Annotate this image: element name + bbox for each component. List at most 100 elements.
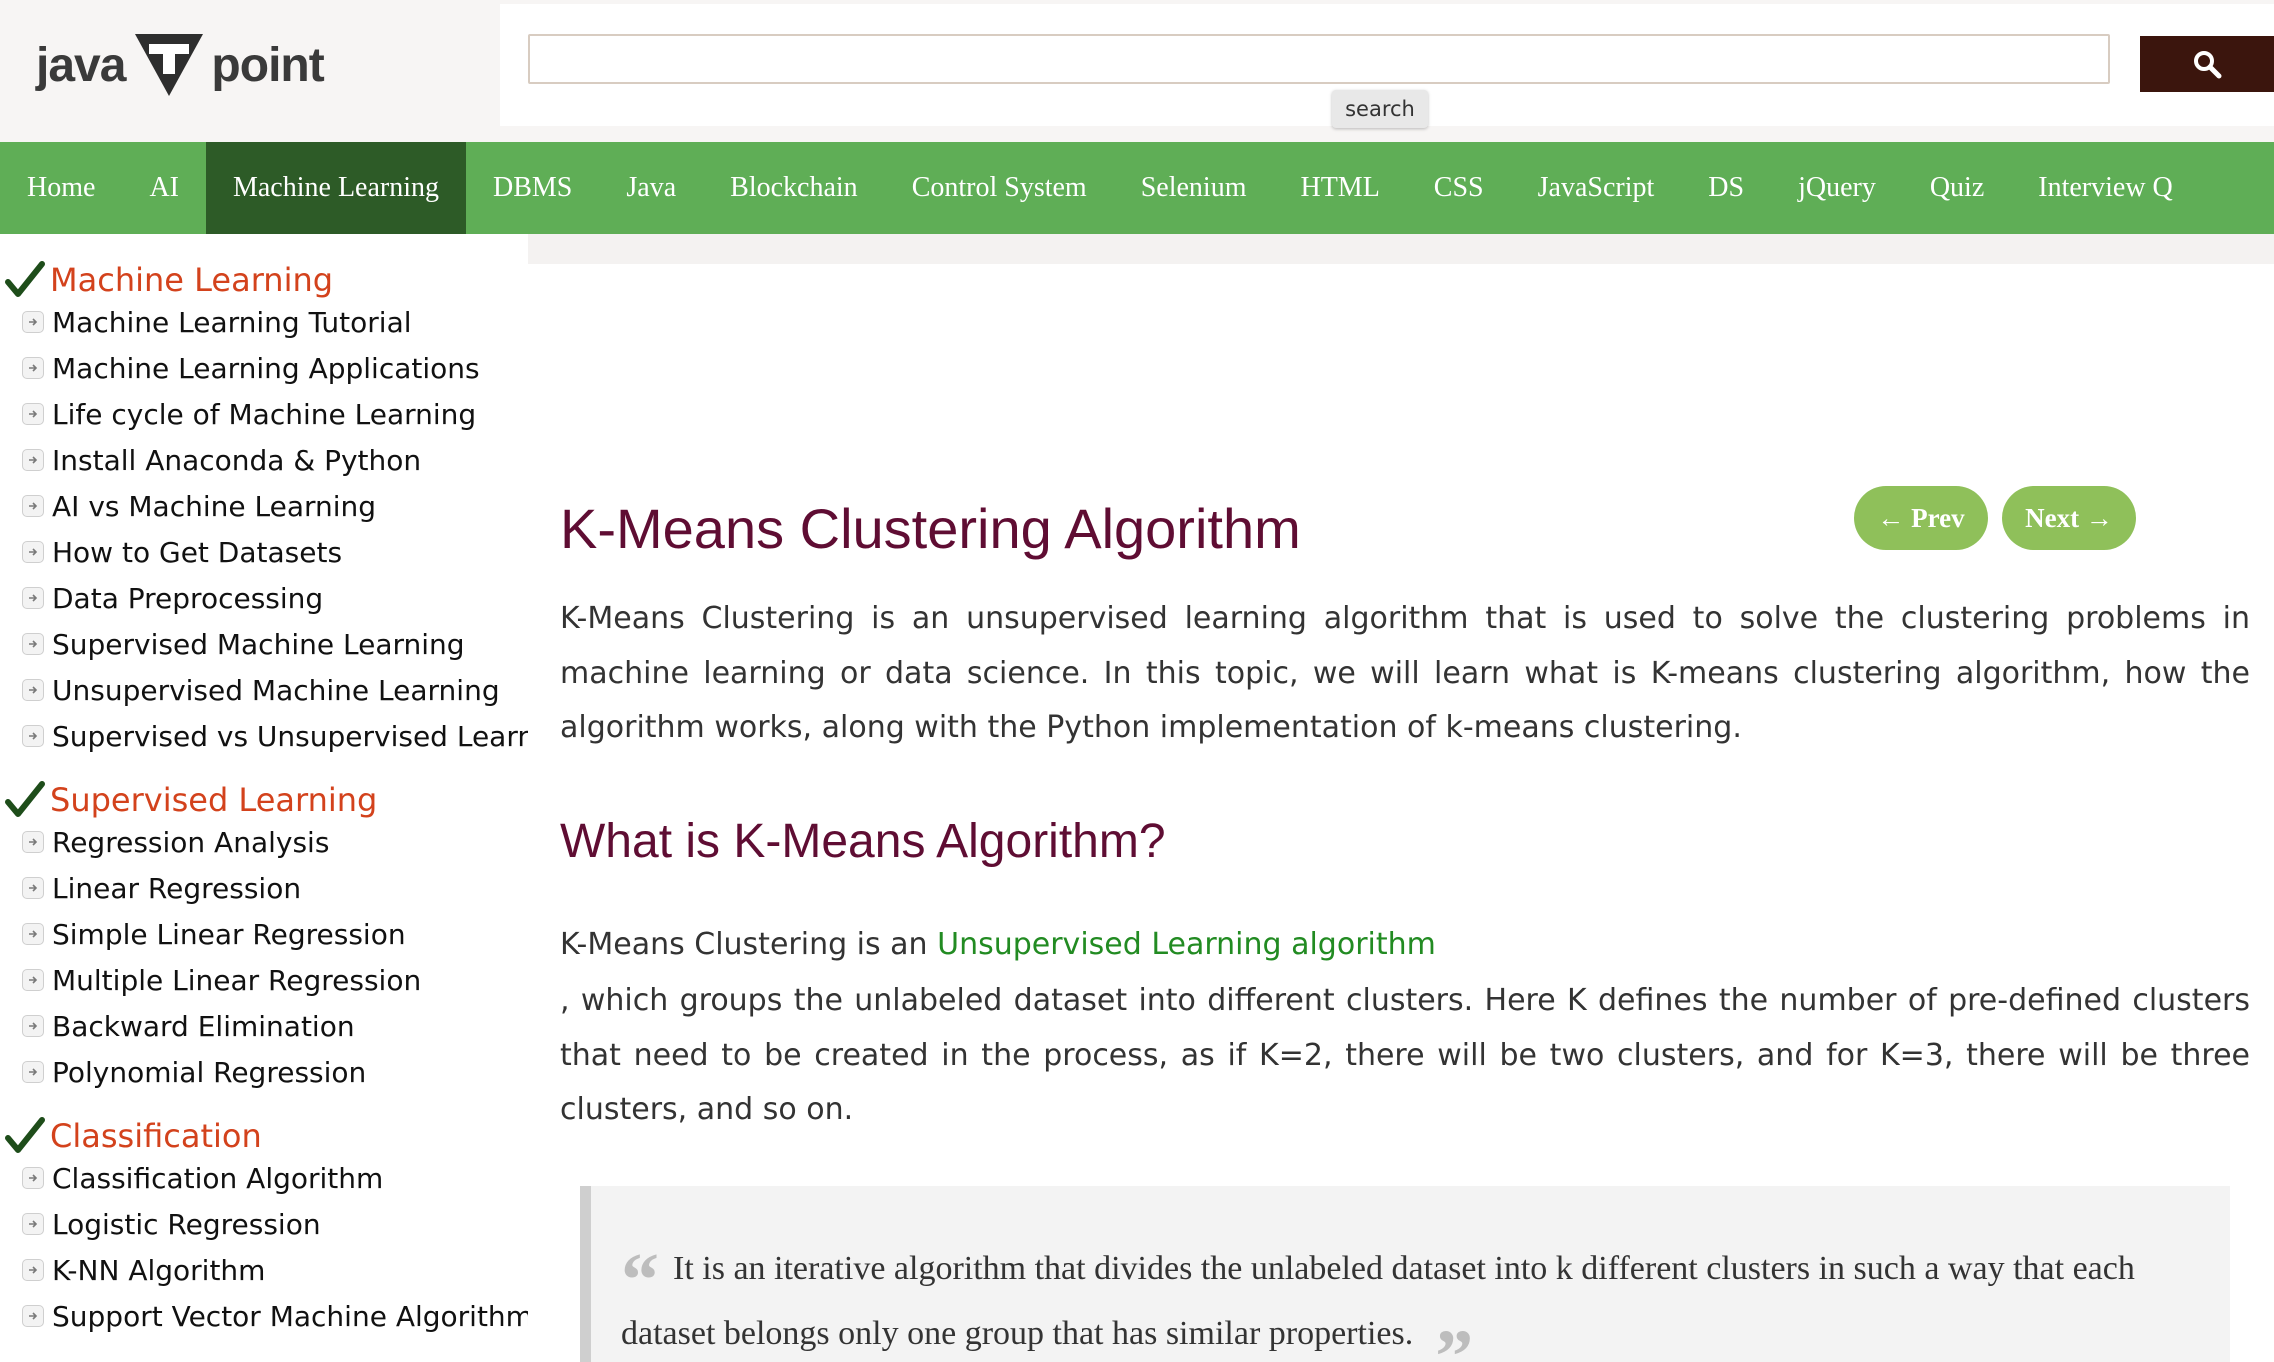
- sidebar-item-label: Classification Algorithm: [52, 1161, 384, 1195]
- nav-item-control-system[interactable]: Control System: [885, 142, 1114, 234]
- search-button[interactable]: [2140, 36, 2274, 92]
- sidebar-section-title: Machine Learning: [50, 261, 334, 299]
- sidebar-item-label: How to Get Datasets: [52, 535, 343, 569]
- nav-item-ds[interactable]: DS: [1681, 142, 1771, 234]
- sidebar-item-life-cycle-of-machine-learning[interactable]: Life cycle of Machine Learning: [22, 392, 476, 436]
- definition-prefix: K-Means Clustering is an: [560, 927, 938, 962]
- sidebar-item-supervised-vs-unsupervised-learning[interactable]: Supervised vs Unsupervised Learning: [22, 714, 528, 758]
- nav-item-dbms[interactable]: DBMS: [466, 142, 599, 234]
- sidebar-item-label: Backward Elimination: [52, 1009, 355, 1043]
- arrow-bullet-icon: [22, 877, 44, 899]
- arrow-bullet-icon: [22, 495, 44, 517]
- open-quote-icon: “: [621, 1238, 659, 1322]
- sidebar-item-label: Multiple Linear Regression: [52, 963, 422, 997]
- nav-item-html[interactable]: HTML: [1273, 142, 1406, 234]
- arrow-bullet-icon: [22, 969, 44, 991]
- arrow-bullet-icon: [22, 403, 44, 425]
- arrow-bullet-icon: [22, 1259, 44, 1281]
- arrow-bullet-icon: [22, 1167, 44, 1189]
- sidebar-item-supervised-machine-learning[interactable]: Supervised Machine Learning: [22, 622, 465, 666]
- sidebar-item-label: Machine Learning Tutorial: [52, 305, 412, 339]
- nav-item-java[interactable]: Java: [599, 142, 703, 234]
- sidebar-item-k-nn-algorithm[interactable]: K-NN Algorithm: [22, 1248, 265, 1292]
- nav-item-home[interactable]: Home: [0, 142, 122, 234]
- search-input[interactable]: [528, 34, 2110, 84]
- sidebar-item-ai-vs-machine-learning[interactable]: AI vs Machine Learning: [22, 484, 376, 528]
- sidebar-item-unsupervised-machine-learning[interactable]: Unsupervised Machine Learning: [22, 668, 500, 712]
- nav-item-ai[interactable]: AI: [122, 142, 206, 234]
- arrow-bullet-icon: [22, 679, 44, 701]
- nav-item-blockchain[interactable]: Blockchain: [703, 142, 885, 234]
- sidebar-item-label: Linear Regression: [52, 871, 302, 905]
- sidebar-item-machine-learning-tutorial[interactable]: Machine Learning Tutorial: [22, 300, 412, 344]
- checkmark-icon: [4, 1116, 46, 1156]
- arrow-bullet-icon: [22, 449, 44, 471]
- arrow-bullet-icon: [22, 1015, 44, 1037]
- sidebar-item-linear-regression[interactable]: Linear Regression: [22, 866, 301, 910]
- sidebar-section-supervised-learning[interactable]: Supervised Learning: [0, 774, 377, 826]
- sidebar-item-label: K-NN Algorithm: [52, 1253, 266, 1287]
- prev-button[interactable]: ← Prev: [1854, 486, 1988, 550]
- logo-text-point: point: [211, 38, 324, 92]
- main-nav: Home AI Machine Learning DBMS Java Blockchain…: [0, 142, 2274, 234]
- nav-item-css[interactable]: CSS: [1407, 142, 1511, 234]
- next-button[interactable]: Next →: [2002, 486, 2136, 550]
- sidebar-item-label: Unsupervised Machine Learning: [52, 673, 500, 707]
- site-header: java point search: [0, 0, 2274, 142]
- sidebar-item-label: Supervised Machine Learning: [52, 627, 465, 661]
- quote-block: “It is an iterative algorithm that divid…: [580, 1186, 2230, 1362]
- sidebar-item-regression-analysis[interactable]: Regression Analysis: [22, 820, 329, 864]
- definition-paragraph-rest: , which groups the unlabeled dataset int…: [560, 983, 2250, 1127]
- magnifier-icon: [2194, 51, 2222, 79]
- nav-item-javascript[interactable]: JavaScript: [1511, 142, 1682, 234]
- quote-text: “It is an iterative algorithm that divid…: [621, 1242, 2221, 1362]
- sidebar-item-classification-algorithm[interactable]: Classification Algorithm: [22, 1156, 383, 1200]
- sidebar-item-machine-learning-applications[interactable]: Machine Learning Applications: [22, 346, 480, 390]
- sidebar-item-support-vector-machine-algorithm[interactable]: Support Vector Machine Algorithm: [22, 1294, 528, 1338]
- sidebar-item-logistic-regression[interactable]: Logistic Regression: [22, 1202, 321, 1246]
- sidebar-item-label: Logistic Regression: [52, 1207, 321, 1241]
- sidebar-item-label: Simple Linear Regression: [52, 917, 406, 951]
- sidebar-item-multiple-linear-regression[interactable]: Multiple Linear Regression: [22, 958, 421, 1002]
- sidebar-item-label: Polynomial Regression: [52, 1055, 367, 1089]
- sidebar-item-backward-elimination[interactable]: Backward Elimination: [22, 1004, 355, 1048]
- nav-item-machine-learning[interactable]: Machine Learning: [205, 142, 467, 234]
- sidebar-section-machine-learning[interactable]: Machine Learning: [0, 254, 333, 306]
- arrow-bullet-icon: [22, 1061, 44, 1083]
- sidebar-item-label: Support Vector Machine Algorithm: [52, 1299, 528, 1333]
- arrow-bullet-icon: [22, 1213, 44, 1235]
- sidebar-item-label: Install Anaconda & Python: [52, 443, 422, 477]
- checkmark-icon: [4, 780, 46, 820]
- definition-paragraph: K-Means Clustering is an Unsupervised Le…: [560, 918, 2250, 973]
- sidebar-item-install-anaconda-python[interactable]: Install Anaconda & Python: [22, 438, 421, 482]
- sidebar-item-label: Machine Learning Applications: [52, 351, 480, 385]
- site-logo[interactable]: java point: [36, 30, 325, 100]
- close-quote-icon: ”: [1435, 1315, 1474, 1362]
- sidebar-item-simple-linear-regression[interactable]: Simple Linear Regression: [22, 912, 406, 956]
- page-title: K-Means Clustering Algorithm: [560, 497, 1301, 560]
- intro-paragraph: K-Means Clustering is an unsupervised le…: [560, 601, 2250, 745]
- arrow-bullet-icon: [22, 357, 44, 379]
- sidebar-item-label: Life cycle of Machine Learning: [52, 397, 477, 431]
- sidebar-item-data-preprocessing[interactable]: Data Preprocessing: [22, 576, 323, 620]
- nav-item-interview-q[interactable]: Interview Q: [2011, 142, 2200, 234]
- checkmark-icon: [4, 260, 46, 300]
- section-heading: What is K-Means Algorithm?: [560, 815, 1166, 868]
- search-tooltip: search: [1332, 90, 1428, 128]
- unsupervised-learning-link[interactable]: Unsupervised Learning algorithm: [937, 927, 1436, 962]
- sidebar-item-how-to-get-datasets[interactable]: How to Get Datasets: [22, 530, 342, 574]
- arrow-bullet-icon: [22, 725, 44, 747]
- nav-item-quiz[interactable]: Quiz: [1903, 142, 2011, 234]
- logo-text-java: java: [36, 38, 126, 92]
- nav-item-jquery[interactable]: jQuery: [1771, 142, 1903, 234]
- sidebar-section-title: Supervised Learning: [50, 781, 378, 819]
- arrow-bullet-icon: [22, 831, 44, 853]
- sidebar-item-label: Supervised vs Unsupervised Learning: [52, 719, 528, 753]
- sidebar-section-classification[interactable]: Classification: [0, 1110, 262, 1162]
- arrow-bullet-icon: [22, 311, 44, 333]
- sidebar-item-label: Data Preprocessing: [52, 581, 324, 615]
- sidebar-item-polynomial-regression[interactable]: Polynomial Regression: [22, 1050, 366, 1094]
- nav-item-selenium[interactable]: Selenium: [1114, 142, 1274, 234]
- logo-t-icon: [133, 30, 205, 100]
- sidebar-section-title: Classification: [50, 1117, 262, 1155]
